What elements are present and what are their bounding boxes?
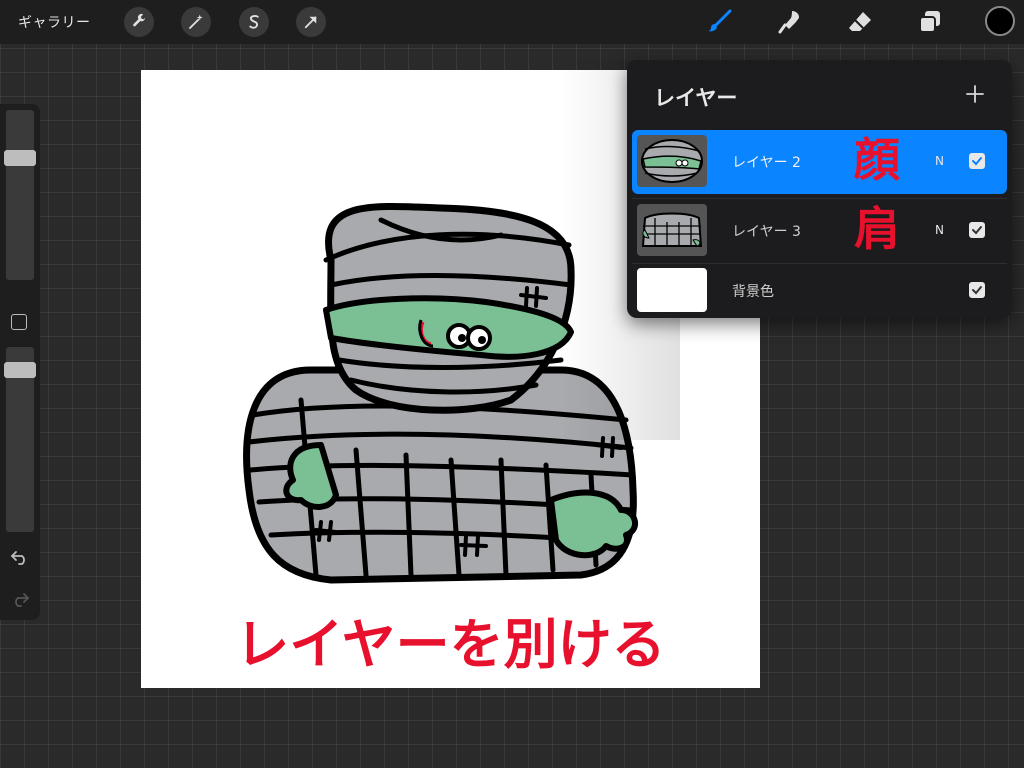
blend-mode-button[interactable]: N [935, 223, 944, 237]
smudge-icon[interactable] [774, 6, 806, 38]
blend-mode-button[interactable]: N [935, 154, 944, 168]
color-picker-swatch[interactable] [985, 6, 1015, 36]
layer-annotation: 顔 [854, 133, 900, 187]
gallery-button[interactable]: ギャラリー [18, 12, 91, 32]
layer-name: レイヤー 2 [732, 155, 801, 171]
modify-button-square-icon[interactable] [11, 314, 27, 330]
opacity-slider-thumb[interactable] [4, 362, 36, 379]
layers-panel-title: レイヤー [654, 86, 738, 110]
layer-row-layer-2[interactable]: レイヤー 2 顔 N [632, 130, 1007, 194]
adjustments-magic-wand-icon[interactable] [181, 7, 211, 37]
undo-icon[interactable] [10, 548, 30, 570]
transform-arrow-icon[interactable] [296, 7, 326, 37]
layer-name: レイヤー 3 [732, 224, 801, 240]
background-color-thumbnail [637, 268, 707, 312]
selection-s-icon[interactable] [239, 7, 269, 37]
canvas-caption: レイヤーを別ける [235, 613, 666, 676]
visibility-checkbox[interactable] [969, 153, 985, 169]
brush-size-slider[interactable] [6, 110, 34, 280]
redo-icon[interactable] [10, 590, 30, 612]
actions-wrench-icon[interactable] [124, 7, 154, 37]
brush-size-slider-thumb[interactable] [4, 150, 36, 167]
layers-icon[interactable] [914, 6, 946, 38]
visibility-checkbox[interactable] [969, 222, 985, 238]
layer-row-layer-3[interactable]: レイヤー 3 肩 N [632, 199, 1007, 263]
layer-row-background[interactable]: 背景色 [632, 263, 1007, 318]
add-layer-plus-icon[interactable] [961, 80, 989, 108]
layers-panel: レイヤー レイヤー 2 顔 N レイヤー 3 肩 N 背景色 [627, 60, 1012, 318]
brush-icon[interactable] [703, 6, 735, 38]
eraser-icon[interactable] [844, 6, 876, 38]
visibility-checkbox[interactable] [969, 282, 985, 298]
layer-thumbnail [637, 135, 707, 187]
top-toolbar: ギャラリー [0, 0, 1024, 44]
left-sidebar [0, 104, 40, 620]
layer-annotation: 肩 [854, 202, 900, 256]
layer-thumbnail [637, 204, 707, 256]
layer-name: 背景色 [732, 284, 774, 300]
